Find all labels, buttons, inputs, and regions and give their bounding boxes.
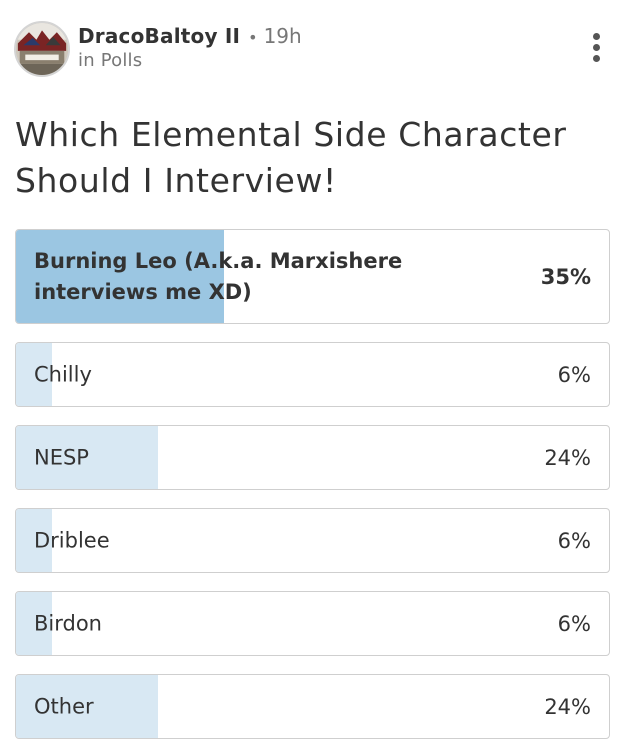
poll-option-percent: 6% bbox=[557, 528, 591, 553]
author-name[interactable]: DracoBaltoy II bbox=[78, 24, 240, 48]
post-category[interactable]: in Polls bbox=[78, 49, 142, 73]
poll-option[interactable]: Other 24% bbox=[15, 674, 610, 739]
meta-separator: • bbox=[248, 28, 258, 47]
poll-option[interactable]: Driblee 6% bbox=[15, 508, 610, 573]
poll-option-label: Chilly bbox=[34, 362, 92, 386]
author-avatar[interactable] bbox=[14, 21, 70, 77]
more-vertical-icon bbox=[584, 33, 608, 62]
poll-option-percent: 24% bbox=[544, 694, 591, 719]
poll-option-percent: 6% bbox=[557, 611, 591, 636]
more-options-button[interactable] bbox=[584, 33, 608, 67]
post-header: DracoBaltoy II • 19h in Polls bbox=[14, 21, 610, 77]
poll-option-percent: 24% bbox=[544, 445, 591, 470]
avatar-image bbox=[16, 23, 68, 75]
poll-option-label: Birdon bbox=[34, 611, 102, 635]
poll-title: Which Elemental Side Character Should I … bbox=[15, 115, 567, 200]
poll-option[interactable]: Birdon 6% bbox=[15, 591, 610, 656]
poll-option-label: Driblee bbox=[34, 528, 110, 552]
poll-option-percent: 35% bbox=[540, 264, 591, 289]
poll-options: Burning Leo (A.k.a. Marxishere interview… bbox=[15, 229, 610, 750]
poll-option[interactable]: Chilly 6% bbox=[15, 342, 610, 407]
poll-option-label: Other bbox=[34, 694, 94, 718]
poll-option[interactable]: NESP 24% bbox=[15, 425, 610, 490]
poll-option[interactable]: Burning Leo (A.k.a. Marxishere interview… bbox=[15, 229, 610, 324]
post-time: 19h bbox=[263, 24, 302, 48]
poll-option-label: NESP bbox=[34, 445, 89, 469]
poll-option-percent: 6% bbox=[557, 362, 591, 387]
author-line: DracoBaltoy II • 19h bbox=[78, 23, 302, 51]
poll-option-label: Burning Leo (A.k.a. Marxishere interview… bbox=[34, 248, 403, 304]
